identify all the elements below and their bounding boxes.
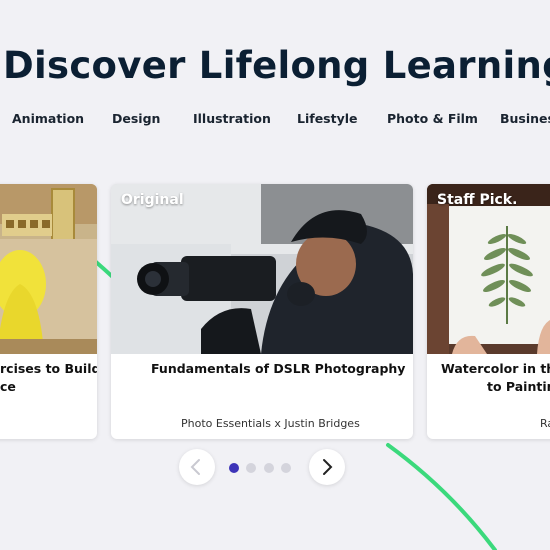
class-badge: Original	[121, 192, 184, 208]
tab-illustration[interactable]: Illustration	[193, 111, 271, 126]
carousel-dot-2[interactable]	[246, 463, 256, 473]
tab-lifestyle[interactable]: Lifestyle	[297, 111, 358, 126]
carousel-dot-4[interactable]	[281, 463, 291, 473]
card-title-line1: Watercolor in the	[441, 361, 550, 376]
card-author: Photo Essentials x Justin Bridges	[181, 417, 360, 430]
carousel-prev-button[interactable]	[179, 449, 215, 485]
card-title-line2: to Painting	[487, 379, 550, 394]
tab-animation[interactable]: Animation	[12, 111, 84, 126]
category-tabs: Animation Design Illustration Lifestyle …	[0, 111, 550, 129]
tab-business[interactable]: Business	[500, 111, 550, 126]
card-title-line2: ce	[0, 379, 16, 394]
class-thumbnail: Staff Pick.	[427, 184, 550, 354]
carousel-dot-3[interactable]	[264, 463, 274, 473]
class-badge: Staff Pick.	[437, 192, 518, 208]
tab-photo-film[interactable]: Photo & Film	[387, 111, 478, 126]
class-thumbnail: Original	[111, 184, 413, 354]
chevron-right-icon	[323, 459, 333, 475]
class-card[interactable]: rcises to Build ce	[0, 184, 97, 439]
class-card[interactable]: Staff Pick. Watercolor in the to Paintin…	[427, 184, 550, 439]
class-thumbnail	[0, 184, 97, 354]
class-card[interactable]: Original Fundamentals of DSLR Photograph…	[111, 184, 413, 439]
card-author: Ra	[540, 417, 550, 430]
tab-design[interactable]: Design	[112, 111, 160, 126]
card-title: Fundamentals of DSLR Photography	[151, 361, 406, 376]
carousel-dot-1[interactable]	[229, 463, 239, 473]
page-title: Discover Lifelong Learning	[3, 44, 550, 87]
chevron-left-icon	[190, 459, 200, 475]
carousel-next-button[interactable]	[309, 449, 345, 485]
card-title-line1: rcises to Build	[0, 361, 97, 376]
